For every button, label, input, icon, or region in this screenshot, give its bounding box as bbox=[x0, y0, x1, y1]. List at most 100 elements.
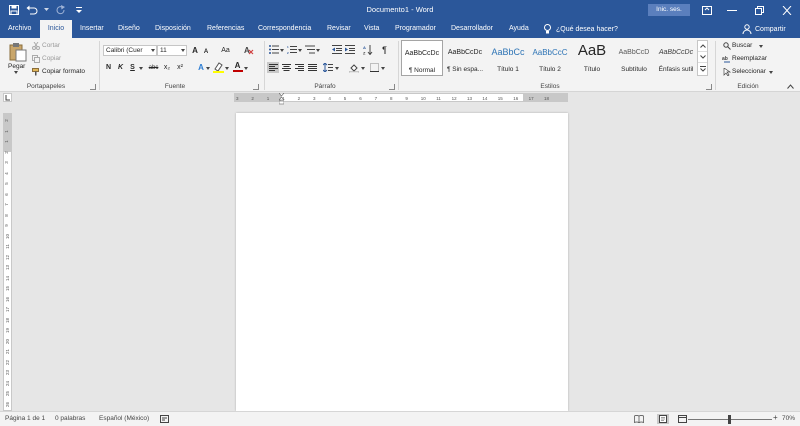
close-icon[interactable] bbox=[772, 0, 800, 20]
decrease-indent-icon[interactable] bbox=[331, 44, 342, 55]
tab-ayuda[interactable]: Ayuda bbox=[509, 20, 529, 38]
bullets-dropdown-icon[interactable] bbox=[280, 49, 284, 52]
language-indicator[interactable]: Español (México) bbox=[99, 415, 149, 422]
find-dropdown-icon[interactable] bbox=[759, 45, 763, 48]
sort-icon[interactable]: AZ bbox=[362, 44, 373, 55]
vertical-ruler[interactable]: 2 1 1 2 3 4 5 6 7 8 9 10 11 12 13 14 15 16 17 18 19 20 21 22 23 2… bbox=[3, 113, 12, 411]
zoom-in-button[interactable]: + bbox=[773, 413, 778, 422]
subscript-button[interactable]: x₂ bbox=[161, 62, 173, 73]
style-title[interactable]: AaB Título bbox=[571, 40, 613, 76]
restore-icon[interactable] bbox=[745, 0, 775, 20]
read-mode-icon[interactable] bbox=[633, 414, 645, 424]
tab-selector-icon[interactable] bbox=[3, 93, 12, 102]
indent-marker-icon[interactable] bbox=[279, 93, 284, 105]
find-button[interactable]: Buscar bbox=[732, 42, 752, 49]
tab-referencias[interactable]: Referencias bbox=[207, 20, 244, 38]
bold-button[interactable]: N bbox=[104, 62, 113, 73]
font-launcher-icon[interactable] bbox=[253, 84, 259, 90]
tab-programador[interactable]: Programador bbox=[395, 20, 436, 38]
superscript-button[interactable]: x² bbox=[174, 62, 186, 73]
paste-label[interactable]: Pegar bbox=[8, 63, 25, 70]
tab-revisar[interactable]: Revisar bbox=[327, 20, 351, 38]
borders-icon[interactable] bbox=[368, 62, 380, 73]
underline-button[interactable]: S bbox=[128, 62, 137, 73]
zoom-slider-thumb[interactable] bbox=[728, 415, 731, 424]
style-normal[interactable]: AaBbCcDc ¶ Normal bbox=[401, 40, 443, 76]
replace-button[interactable]: Reemplazar bbox=[732, 55, 767, 62]
multilevel-list-icon[interactable] bbox=[304, 44, 315, 55]
align-left-icon[interactable] bbox=[267, 62, 279, 73]
tab-disposicion[interactable]: Disposición bbox=[155, 20, 191, 38]
paste-icon[interactable] bbox=[8, 42, 28, 62]
multilevel-dropdown-icon[interactable] bbox=[316, 49, 320, 52]
minimize-icon[interactable] bbox=[717, 0, 747, 20]
tab-archivo[interactable]: Archivo bbox=[8, 20, 31, 38]
bullets-icon[interactable] bbox=[268, 44, 279, 55]
italic-button[interactable]: K bbox=[116, 62, 125, 73]
font-color-dropdown-icon[interactable] bbox=[244, 67, 248, 70]
gallery-down-icon[interactable] bbox=[698, 52, 707, 63]
font-color-button[interactable]: A bbox=[232, 60, 243, 73]
font-name-dropdown-icon[interactable] bbox=[151, 49, 155, 52]
grow-font-icon[interactable]: A bbox=[190, 45, 200, 56]
font-name-box[interactable]: Calibri (Cuer bbox=[103, 45, 157, 56]
strikethrough-button[interactable]: abc bbox=[147, 62, 160, 73]
word-count[interactable]: 0 palabras bbox=[55, 415, 85, 422]
text-effects-button[interactable]: A bbox=[196, 61, 206, 73]
numbering-dropdown-icon[interactable] bbox=[298, 49, 302, 52]
style-heading-1[interactable]: AaBbCc Título 1 bbox=[487, 40, 529, 76]
clipboard-launcher-icon[interactable] bbox=[90, 84, 96, 90]
style-no-spacing[interactable]: AaBbCcDc ¶ Sin espa... bbox=[444, 40, 486, 76]
horizontal-ruler[interactable]: 3 2 1 1 2 3 4 5 6 7 8 9 10 11 12 13 14 15 16 17 18 bbox=[234, 93, 568, 102]
align-right-icon[interactable] bbox=[293, 62, 305, 73]
underline-dropdown-icon[interactable] bbox=[139, 67, 143, 70]
highlight-icon[interactable] bbox=[212, 61, 224, 73]
tab-inicio[interactable]: Inicio bbox=[40, 20, 72, 38]
collapse-ribbon-icon[interactable] bbox=[786, 82, 794, 90]
select-button[interactable]: Seleccionar bbox=[732, 68, 766, 75]
paste-dropdown-icon[interactable] bbox=[14, 71, 18, 74]
styles-launcher-icon[interactable] bbox=[706, 84, 712, 90]
shading-icon[interactable] bbox=[348, 62, 360, 73]
sign-in-button[interactable]: Inic. ses. bbox=[648, 4, 690, 16]
tab-desarrollador[interactable]: Desarrollador bbox=[451, 20, 493, 38]
tab-correspondencia[interactable]: Correspondencia bbox=[258, 20, 311, 38]
ruler-number: 14 bbox=[482, 96, 488, 101]
paragraph-launcher-icon[interactable] bbox=[389, 84, 395, 90]
gallery-up-icon[interactable] bbox=[698, 41, 707, 52]
page-count[interactable]: Página 1 de 1 bbox=[5, 415, 45, 422]
text-effects-dropdown-icon[interactable] bbox=[206, 67, 210, 70]
line-spacing-icon[interactable] bbox=[322, 62, 334, 73]
zoom-out-button[interactable]: − bbox=[682, 413, 687, 422]
format-painter-icon[interactable] bbox=[31, 67, 40, 76]
shrink-font-icon[interactable]: A bbox=[201, 46, 211, 57]
font-size-dropdown-icon[interactable] bbox=[181, 49, 185, 52]
increase-indent-icon[interactable] bbox=[344, 44, 355, 55]
select-dropdown-icon[interactable] bbox=[769, 71, 773, 74]
zoom-level[interactable]: 70% bbox=[782, 415, 795, 422]
document-page[interactable] bbox=[236, 113, 568, 411]
tab-diseno[interactable]: Diseño bbox=[118, 20, 140, 38]
highlight-dropdown-icon[interactable] bbox=[225, 67, 229, 70]
font-size-box[interactable]: 11 bbox=[157, 45, 187, 56]
format-painter-label[interactable]: Copiar formato bbox=[42, 68, 85, 75]
tab-vista[interactable]: Vista bbox=[364, 20, 379, 38]
print-layout-icon[interactable] bbox=[657, 414, 669, 424]
share-button[interactable]: Compartir bbox=[742, 23, 786, 35]
style-subtle-emphasis[interactable]: AaBbCcDc Énfasis sutil bbox=[655, 40, 697, 76]
tell-me-box[interactable]: ¿Qué desea hacer? bbox=[544, 23, 618, 35]
numbering-icon[interactable]: 12 bbox=[286, 44, 297, 55]
line-spacing-dropdown-icon[interactable] bbox=[335, 67, 339, 70]
tab-insertar[interactable]: Insertar bbox=[80, 20, 104, 38]
justify-icon[interactable] bbox=[306, 62, 318, 73]
clear-formatting-icon[interactable]: A bbox=[243, 44, 255, 56]
style-subtitle[interactable]: AaBbCcD Subtítulo bbox=[613, 40, 655, 76]
shading-dropdown-icon[interactable] bbox=[361, 67, 365, 70]
show-marks-icon[interactable]: ¶ bbox=[379, 44, 390, 55]
macro-record-icon[interactable] bbox=[158, 414, 170, 424]
gallery-more-icon[interactable] bbox=[698, 63, 707, 75]
align-center-icon[interactable] bbox=[280, 62, 292, 73]
borders-dropdown-icon[interactable] bbox=[381, 67, 385, 70]
style-heading-2[interactable]: AaBbCcC Título 2 bbox=[529, 40, 571, 76]
change-case-icon[interactable]: Aa bbox=[218, 45, 233, 56]
